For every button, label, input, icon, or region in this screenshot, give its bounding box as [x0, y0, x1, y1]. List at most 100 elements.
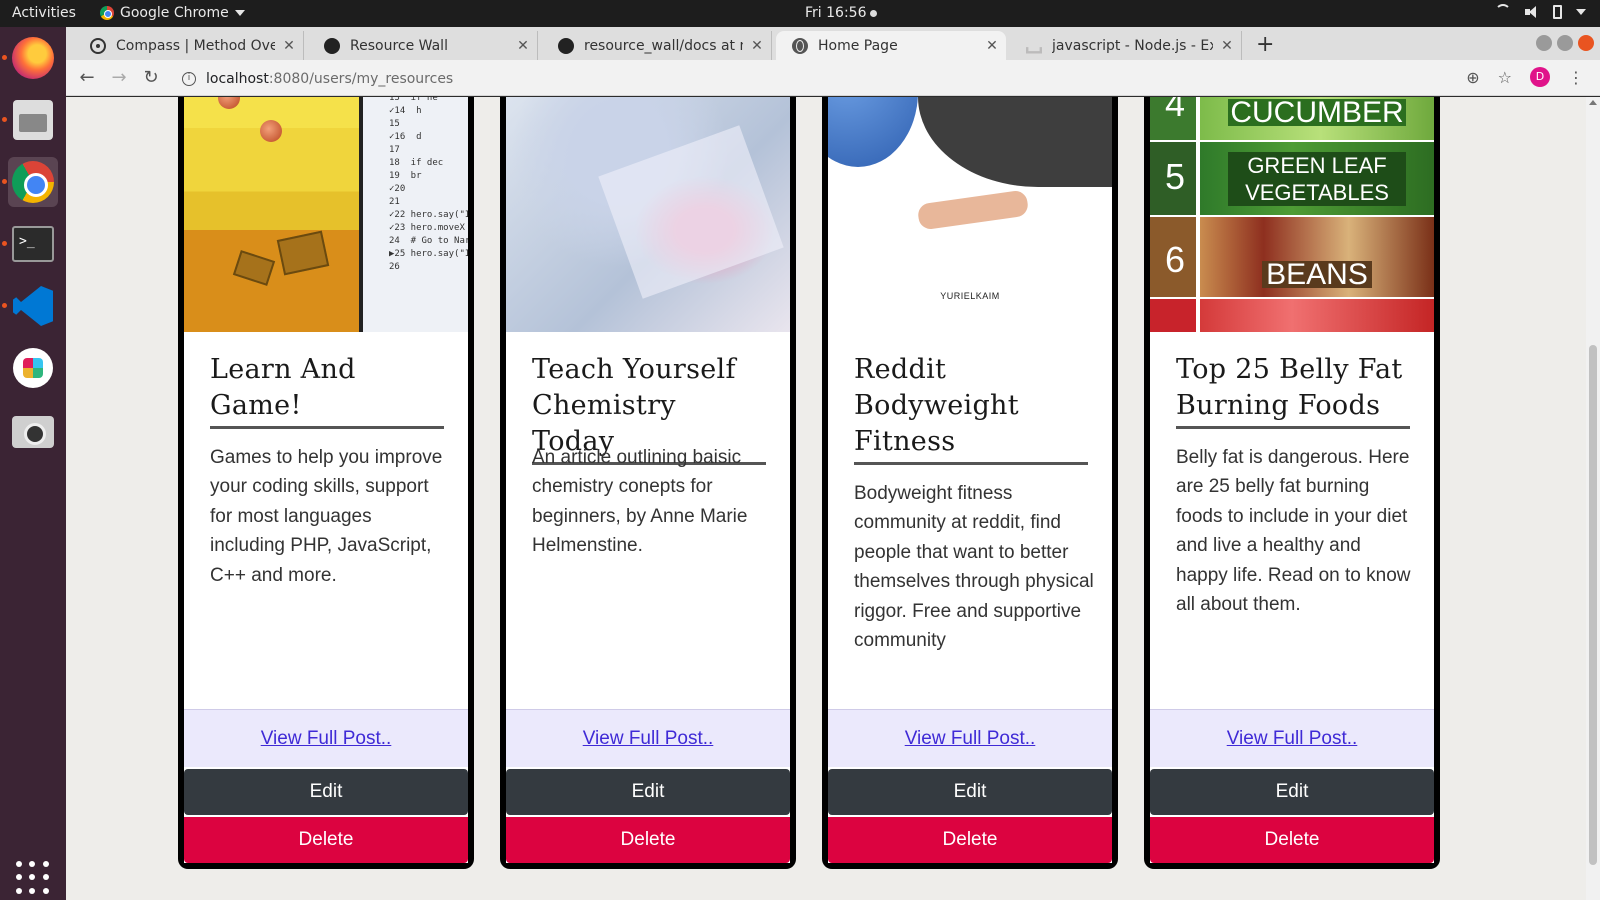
slack-icon [13, 348, 53, 388]
card-thumbnail [506, 97, 790, 332]
vertical-scrollbar[interactable] [1586, 97, 1600, 900]
ball-shape [218, 97, 240, 109]
tab-resource-wall[interactable]: Resource Wall ✕ [308, 31, 538, 60]
url-path: :8080/users/my_resources [268, 70, 454, 87]
forward-arrow-icon[interactable]: → [106, 66, 132, 90]
tab-resource-wall-docs[interactable]: resource_wall/docs at ma ✕ [542, 31, 772, 60]
dock-firefox[interactable] [2, 33, 58, 83]
page-viewport: 12 # Knc 13 if he ✓14 h 15 ✓16 d 17 18 i… [66, 97, 1600, 900]
app-menu[interactable]: Google Chrome [100, 5, 245, 21]
delete-button[interactable]: Delete [506, 817, 790, 863]
chevron-down-icon [1576, 9, 1586, 15]
resource-card: 12 # Knc 13 if he ✓14 h 15 ✓16 d 17 18 i… [178, 97, 474, 869]
food-label: BEANS [1262, 260, 1372, 290]
new-tab-button[interactable]: + [1256, 32, 1274, 57]
activities-button[interactable]: Activities [12, 5, 76, 21]
card-thumbnail: 12 # Knc 13 if he ✓14 h 15 ✓16 d 17 18 i… [184, 97, 468, 332]
food-number: 5 [1164, 156, 1186, 197]
food-number: 6 [1164, 239, 1186, 280]
camera-icon [12, 416, 54, 448]
rock-shape [276, 230, 330, 276]
arm-shape [916, 189, 1030, 231]
tab-stackoverflow[interactable]: javascript - Node.js - Expre ✕ [1010, 31, 1242, 60]
wifi-icon [1495, 4, 1511, 20]
maximize-icon[interactable] [1557, 35, 1573, 51]
volume-icon [1525, 5, 1539, 19]
dock-slack[interactable] [8, 343, 58, 393]
edit-button[interactable]: Edit [828, 769, 1112, 815]
close-icon[interactable]: ✕ [1213, 38, 1241, 54]
edit-button[interactable]: Edit [1150, 769, 1434, 815]
food-row: 6 BEANS [1150, 217, 1434, 297]
firefox-icon [12, 37, 54, 79]
rock-shape [232, 250, 276, 286]
dock-camera[interactable] [8, 407, 58, 457]
profile-avatar[interactable]: D [1530, 67, 1550, 87]
scrollbar-thumb[interactable] [1589, 345, 1597, 865]
system-tray[interactable] [1495, 4, 1586, 20]
card-thumbnail: YURIELKAIM [828, 97, 1112, 332]
close-icon[interactable]: ✕ [509, 38, 537, 54]
window-controls [1536, 35, 1594, 51]
zoom-icon[interactable]: ⊕ [1466, 68, 1479, 87]
edit-button[interactable]: Edit [506, 769, 790, 815]
ball-shape [260, 120, 282, 142]
stackoverflow-icon [1026, 47, 1042, 54]
card-footer: View Full Post.. [184, 709, 468, 767]
card-title: Top 25 Belly Fat Burning Foods [1176, 352, 1410, 429]
exercise-ball-shape [828, 97, 918, 167]
scroll-up-arrow-icon[interactable] [1589, 100, 1597, 105]
clock-label: Fri 16:56 [805, 5, 867, 21]
github-icon [558, 37, 574, 54]
address-bar[interactable]: i localhost:8080/users/my_resources [174, 65, 1424, 92]
minimize-icon[interactable] [1536, 35, 1552, 51]
files-icon [13, 100, 53, 140]
card-description: Belly fat is dangerous. Here are 25 bell… [1176, 447, 1411, 616]
dock-chrome[interactable] [2, 157, 58, 207]
chrome-icon [12, 161, 54, 203]
card-footer: View Full Post.. [828, 709, 1112, 767]
dock: >_ [0, 27, 66, 900]
back-arrow-icon[interactable]: ← [74, 66, 100, 90]
card-thumbnail: 4 CUCUMBER 5 GREEN LEAF VEGETABLES 6 BEA… [1150, 97, 1434, 332]
app-menu-label: Google Chrome [120, 5, 229, 21]
close-icon[interactable]: ✕ [978, 38, 1006, 54]
edit-button[interactable]: Edit [184, 769, 468, 815]
delete-button[interactable]: Delete [184, 817, 468, 863]
card-description: Bodyweight fitness community at reddit, … [854, 483, 1094, 652]
github-icon [324, 37, 340, 54]
notification-dot-icon [870, 9, 878, 17]
close-window-icon[interactable] [1578, 35, 1594, 51]
food-row [1150, 299, 1434, 332]
show-applications-icon[interactable] [16, 861, 50, 895]
dock-vscode[interactable] [2, 281, 58, 331]
tab-compass[interactable]: Compass | Method Overri ✕ [74, 31, 304, 60]
view-full-post-link[interactable]: View Full Post.. [261, 728, 392, 750]
food-number: 4 [1164, 97, 1186, 124]
delete-button[interactable]: Delete [828, 817, 1112, 863]
globe-icon [792, 37, 808, 54]
dock-files[interactable] [2, 95, 58, 145]
tab-home-page[interactable]: Home Page ✕ [776, 31, 1006, 60]
tab-title: Compass | Method Overri [116, 37, 275, 54]
view-full-post-link[interactable]: View Full Post.. [1227, 728, 1358, 750]
card-footer: View Full Post.. [506, 709, 790, 767]
clock[interactable]: Fri 16:56 [805, 5, 878, 21]
glass-tile-shape [598, 125, 784, 299]
dock-terminal[interactable]: >_ [2, 219, 58, 269]
view-full-post-link[interactable]: View Full Post.. [583, 728, 714, 750]
reload-icon[interactable]: ↻ [138, 66, 164, 90]
info-icon[interactable]: i [182, 71, 196, 86]
bookmark-star-icon[interactable]: ☆ [1498, 68, 1512, 87]
view-full-post-link[interactable]: View Full Post.. [905, 728, 1036, 750]
food-row: 5 GREEN LEAF VEGETABLES [1150, 142, 1434, 215]
system-top-bar: Activities Google Chrome Fri 16:56 [0, 0, 1600, 27]
close-icon[interactable]: ✕ [743, 38, 771, 54]
menu-kebab-icon[interactable]: ⋮ [1568, 68, 1584, 87]
delete-button[interactable]: Delete [1150, 817, 1434, 863]
card-description: An article outlining baisic chemistry co… [532, 447, 748, 557]
chevron-down-icon [234, 10, 245, 16]
chrome-icon [100, 6, 114, 20]
tab-strip: Compass | Method Overri ✕ Resource Wall … [66, 27, 1600, 60]
close-icon[interactable]: ✕ [275, 38, 303, 54]
